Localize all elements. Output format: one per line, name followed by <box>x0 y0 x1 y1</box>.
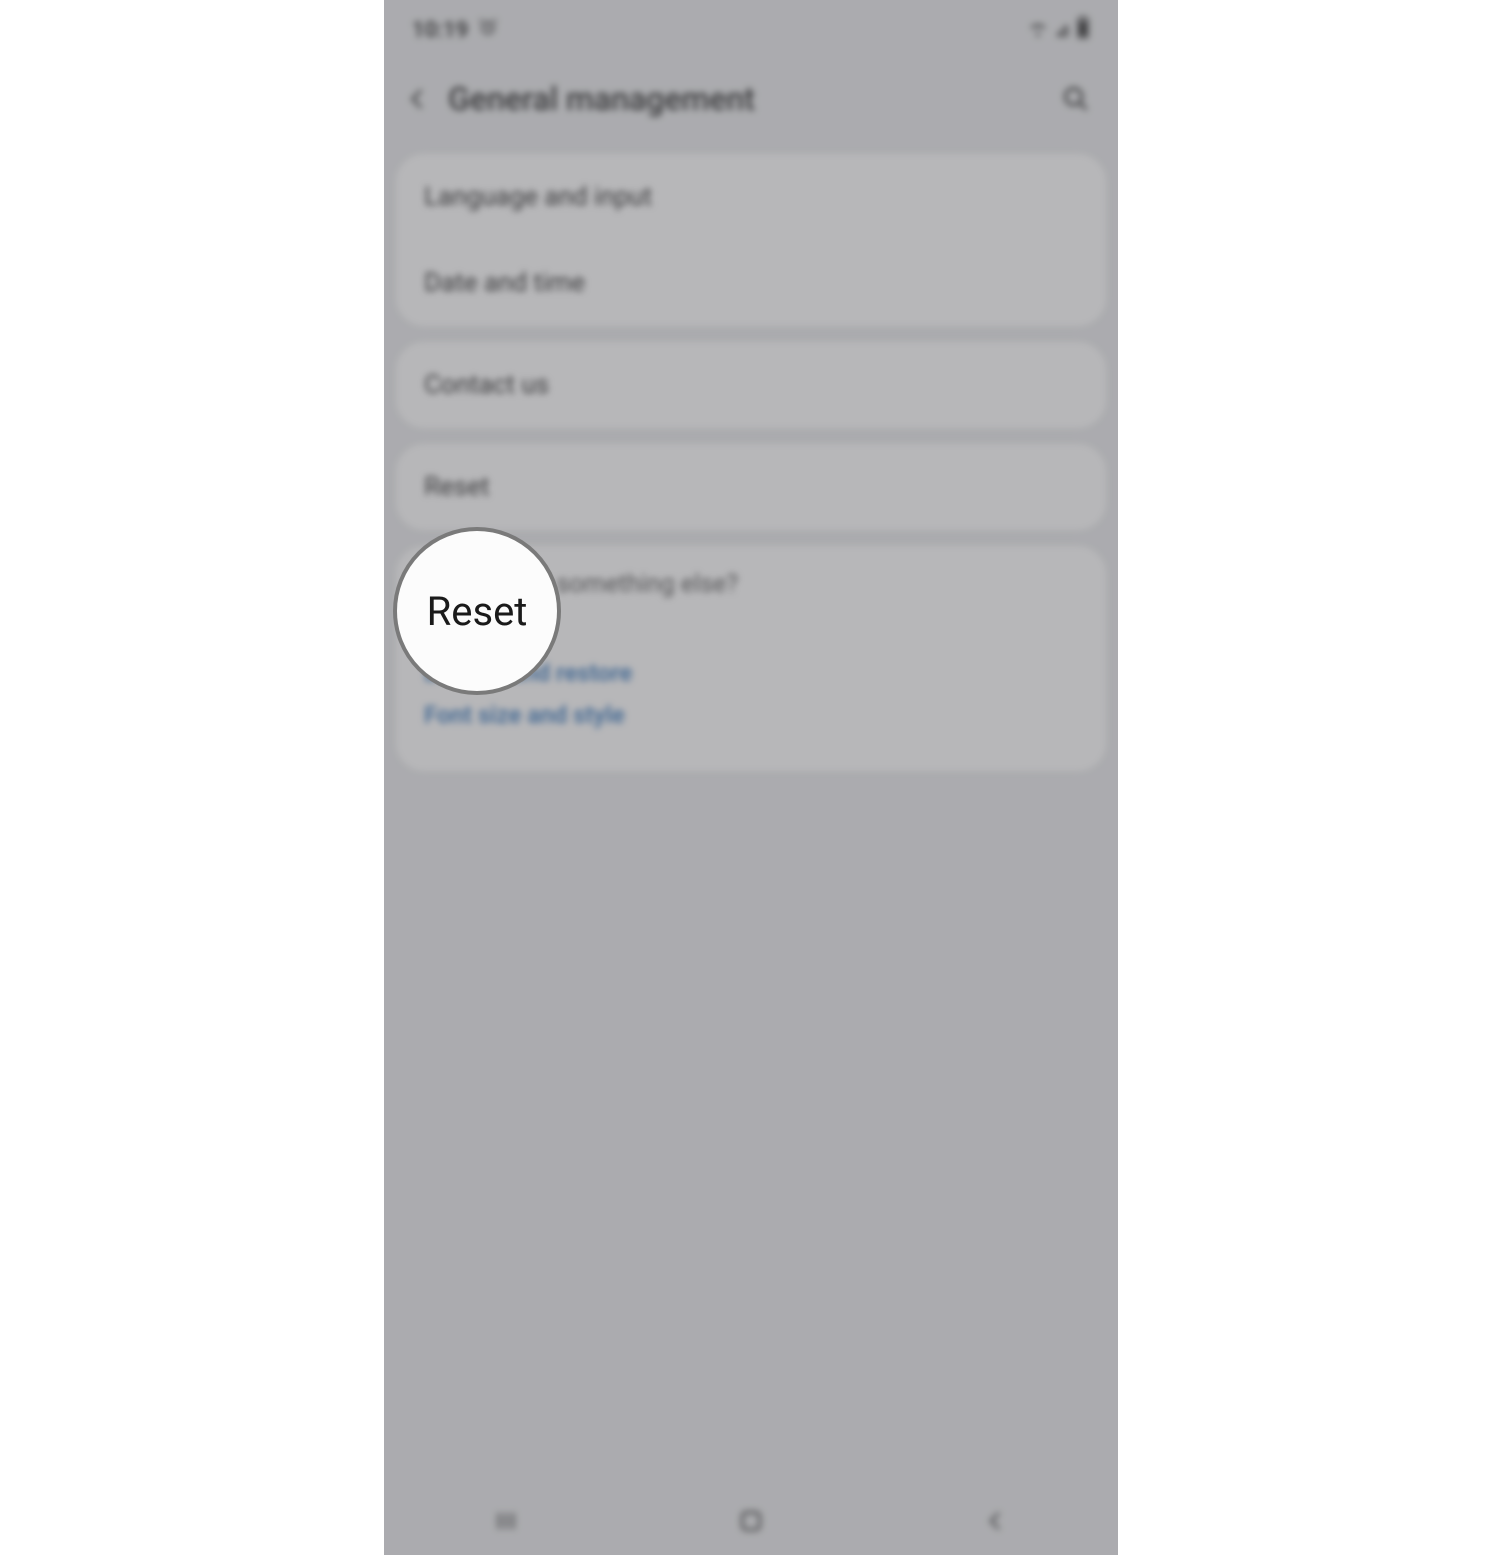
link-font-size-style[interactable]: Font size and style <box>424 701 1078 729</box>
battery-icon <box>1076 15 1090 45</box>
callout-highlight-reset: Reset <box>393 527 561 695</box>
callout-label: Reset <box>427 588 528 635</box>
settings-card-3: Reset <box>396 444 1106 530</box>
item-contact-us[interactable]: Contact us <box>396 342 1106 428</box>
signal-icon: ⊿ <box>1055 20 1070 41</box>
status-time: 10:19 <box>412 18 468 43</box>
blurred-background: 10:19 ⊿ General management <box>384 0 1118 1555</box>
recents-button[interactable] <box>488 1503 524 1539</box>
back-button[interactable] <box>394 75 442 123</box>
search-button[interactable] <box>1052 75 1100 123</box>
settings-card-2: Contact us <box>396 342 1106 428</box>
phone-screen: 10:19 ⊿ General management <box>384 0 1118 1555</box>
settings-card-1: Language and input Date and time <box>396 154 1106 326</box>
wifi-icon <box>1027 16 1049 44</box>
page-title: General management <box>448 80 1052 118</box>
nav-bar <box>384 1487 1118 1555</box>
nav-back-button[interactable] <box>978 1503 1014 1539</box>
item-date-and-time[interactable]: Date and time <box>396 240 1106 326</box>
item-reset[interactable]: Reset <box>396 444 1106 530</box>
home-button[interactable] <box>733 1503 769 1539</box>
item-language-and-input[interactable]: Language and input <box>396 154 1106 240</box>
alarm-icon <box>478 17 498 43</box>
app-bar: General management <box>384 60 1118 138</box>
status-bar: 10:19 ⊿ <box>384 0 1118 60</box>
